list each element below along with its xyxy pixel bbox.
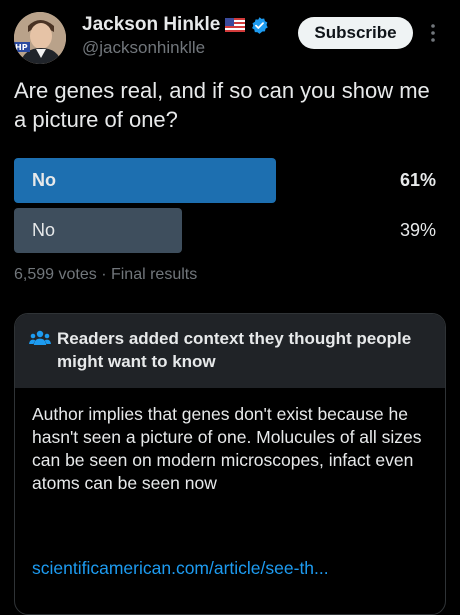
community-note: Readers added context they thought peopl… [14, 313, 446, 615]
us-flag-icon [225, 18, 246, 32]
separator-dot: · [101, 266, 107, 283]
poll-summary: 6,599 votes · Final results [14, 266, 197, 284]
author-name[interactable]: Jackson Hinkle [82, 14, 220, 36]
people-icon [29, 330, 51, 345]
poll-option-1-percent: 61% [399, 170, 436, 190]
author-name-row: Jackson Hinkle [82, 14, 269, 36]
avatar-badge-text: HP [15, 43, 28, 52]
poll-option-2-label: No [32, 220, 56, 240]
verified-badge-icon [252, 16, 269, 34]
author-handle[interactable]: @jacksonhinklle [82, 38, 205, 58]
community-note-header: Readers added context they thought peopl… [15, 314, 445, 388]
subscribe-button[interactable]: Subscribe [298, 17, 413, 49]
poll-status: Final results [110, 266, 198, 283]
tweet-text: Are genes real, and if so can you show m… [14, 78, 430, 132]
avatar[interactable]: HP [14, 12, 66, 64]
poll-option-1: No 61% [14, 158, 446, 203]
more-icon[interactable] [428, 22, 438, 44]
poll-option-2: No 39% [14, 208, 446, 253]
community-note-title: Readers added context they thought peopl… [57, 329, 412, 371]
avatar-image: HP [14, 12, 66, 64]
poll-option-2-percent: 39% [399, 220, 436, 240]
vote-count: 6,599 votes [14, 266, 97, 283]
community-note-link[interactable]: scientificamerican.com/article/see-th... [32, 558, 329, 579]
community-note-body: Author implies that genes don't exist be… [32, 404, 422, 493]
poll-option-1-label: No [32, 170, 56, 190]
